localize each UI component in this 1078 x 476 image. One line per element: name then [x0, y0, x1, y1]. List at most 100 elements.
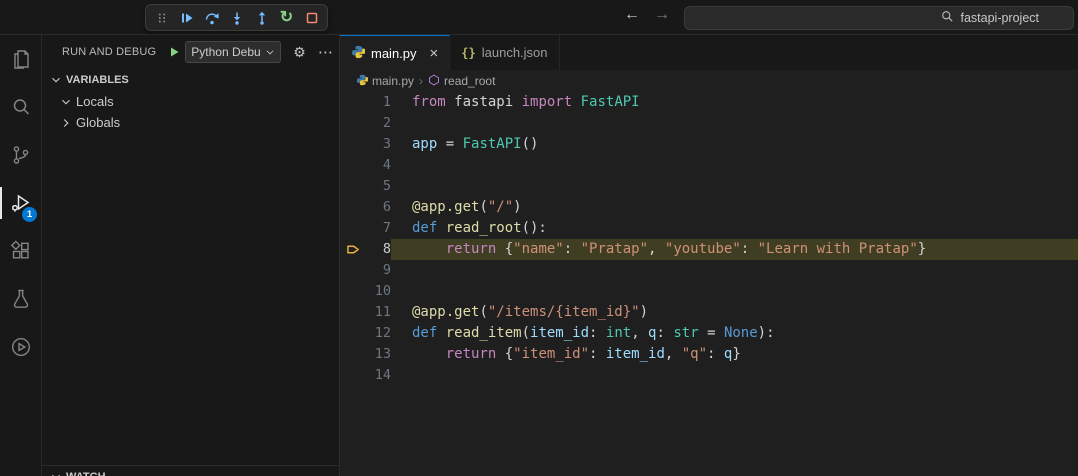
extensions-icon[interactable]	[0, 227, 41, 275]
code-token: (	[521, 325, 531, 341]
watch-section-header[interactable]: WATCH	[42, 465, 339, 476]
breakpoint-gutter[interactable]	[340, 344, 366, 365]
code-line-13[interactable]: 13 return {"item_id": item_id, "q": q}	[340, 344, 1078, 365]
code-token: :	[589, 346, 606, 362]
variables-scope-locals[interactable]: Locals	[42, 91, 339, 112]
sidebar-title: RUN AND DEBUG	[62, 46, 157, 58]
line-content[interactable]: @app.get("/items/{item_id}")	[391, 302, 1078, 323]
step-over-button[interactable]	[200, 7, 223, 29]
tab-main-py[interactable]: main.py ×	[340, 35, 451, 70]
breakpoint-gutter[interactable]	[340, 134, 366, 155]
line-content[interactable]	[391, 155, 1078, 176]
variables-section-header[interactable]: VARIABLES	[42, 69, 339, 91]
step-out-button[interactable]	[250, 7, 273, 29]
code-line-2[interactable]: 2	[340, 113, 1078, 134]
code-line-12[interactable]: 12 def read_item(item_id: int, q: str = N…	[340, 323, 1078, 344]
line-content[interactable]: app = FastAPI()	[391, 134, 1078, 155]
code-line-7[interactable]: 7 def read_root():	[340, 218, 1078, 239]
line-content[interactable]: return {"item_id": item_id, "q": q}	[391, 344, 1078, 365]
line-number[interactable]: 4	[366, 155, 391, 176]
toolbar-drag-gripper-icon[interactable]	[150, 7, 173, 29]
code-token: (	[479, 304, 488, 320]
line-content[interactable]: return {"name": "Pratap", "youtube": "Le…	[391, 239, 1078, 260]
code-line-3[interactable]: 3 app = FastAPI()	[340, 134, 1078, 155]
breakpoint-gutter[interactable]	[340, 197, 366, 218]
globals-label: Globals	[76, 115, 121, 130]
breakpoint-gutter[interactable]	[340, 155, 366, 176]
back-arrow-button[interactable]: ←	[624, 6, 640, 24]
breakpoint-gutter[interactable]	[340, 323, 366, 344]
line-content[interactable]: @app.get("/")	[391, 197, 1078, 218]
line-number[interactable]: 12	[366, 323, 391, 344]
code-line-4[interactable]: 4	[340, 155, 1078, 176]
line-content[interactable]	[391, 260, 1078, 281]
breakpoint-gutter[interactable]	[340, 260, 366, 281]
line-number[interactable]: 5	[366, 176, 391, 197]
variables-section-label: VARIABLES	[66, 74, 129, 86]
breakpoint-gutter[interactable]	[340, 365, 366, 386]
breadcrumb-separator: ›	[419, 74, 424, 88]
code-line-10[interactable]: 10	[340, 281, 1078, 302]
line-number[interactable]: 1	[366, 92, 391, 113]
code-line-11[interactable]: 11 @app.get("/items/{item_id}")	[340, 302, 1078, 323]
stop-button[interactable]	[300, 7, 323, 29]
continue-button[interactable]	[175, 7, 198, 29]
code-line-14[interactable]: 14	[340, 365, 1078, 386]
variables-scope-globals[interactable]: Globals	[42, 112, 339, 133]
breakpoint-gutter[interactable]	[340, 302, 366, 323]
forward-arrow-button[interactable]: →	[654, 6, 670, 24]
debug-current-line-arrow-icon[interactable]	[340, 239, 366, 260]
code-token: )	[513, 199, 522, 215]
line-content[interactable]: from fastapi import FastAPI	[391, 92, 1078, 113]
line-content[interactable]	[391, 365, 1078, 386]
code-token: }	[917, 241, 927, 257]
line-number[interactable]: 14	[366, 365, 391, 386]
code-area[interactable]: 1 from fastapi import FastAPI 2 3 app = Fast…	[340, 92, 1078, 476]
symbol-method-icon	[428, 74, 440, 89]
code-line-6[interactable]: 6 @app.get("/")	[340, 197, 1078, 218]
line-number[interactable]: 2	[366, 113, 391, 134]
play-circle-icon[interactable]	[0, 323, 41, 371]
line-number[interactable]: 9	[366, 260, 391, 281]
run-and-debug-icon[interactable]: 1	[0, 179, 41, 227]
line-number[interactable]: 10	[366, 281, 391, 302]
tab-launch-json[interactable]: {} launch.json	[450, 35, 560, 70]
line-content[interactable]	[391, 176, 1078, 197]
line-content[interactable]: def read_root():	[391, 218, 1078, 239]
code-line-1[interactable]: 1 from fastapi import FastAPI	[340, 92, 1078, 113]
search-view-icon[interactable]	[0, 83, 41, 131]
line-content[interactable]: def read_item(item_id: int, q: str = Non…	[391, 323, 1078, 344]
line-number[interactable]: 11	[366, 302, 391, 323]
start-debugging-button[interactable]	[168, 46, 180, 58]
line-number[interactable]: 8	[366, 239, 391, 260]
code-token: int	[605, 325, 632, 341]
breakpoint-gutter[interactable]	[340, 92, 366, 113]
line-number[interactable]: 6	[366, 197, 391, 218]
line-number[interactable]: 7	[366, 218, 391, 239]
step-into-button[interactable]	[225, 7, 248, 29]
breakpoint-gutter[interactable]	[340, 176, 366, 197]
line-content[interactable]	[391, 113, 1078, 134]
debug-config-dropdown[interactable]: Python Debu	[185, 41, 282, 63]
gear-icon[interactable]: ⚙	[293, 44, 306, 61]
breakpoint-gutter[interactable]	[340, 113, 366, 134]
code-token: {	[496, 346, 514, 362]
line-content[interactable]	[391, 281, 1078, 302]
code-line-5[interactable]: 5	[340, 176, 1078, 197]
testing-icon[interactable]	[0, 275, 41, 323]
breadcrumb-symbol[interactable]: read_root	[428, 74, 495, 89]
line-number[interactable]: 3	[366, 134, 391, 155]
source-control-icon[interactable]	[0, 131, 41, 179]
close-icon[interactable]: ×	[430, 46, 439, 61]
breakpoint-gutter[interactable]	[340, 281, 366, 302]
breadcrumb-file[interactable]: main.py	[356, 74, 414, 89]
line-number[interactable]: 13	[366, 344, 391, 365]
json-file-icon: {}	[461, 45, 476, 60]
explorer-icon[interactable]	[0, 35, 41, 83]
restart-button[interactable]: ↻	[275, 7, 298, 29]
code-line-9[interactable]: 9	[340, 260, 1078, 281]
code-line-8[interactable]: 8 return {"name": "Pratap", "youtube": "…	[340, 239, 1078, 260]
command-center-search[interactable]: fastapi-project	[684, 6, 1074, 30]
breakpoint-gutter[interactable]	[340, 218, 366, 239]
more-actions-icon[interactable]: ⋯	[318, 43, 334, 61]
